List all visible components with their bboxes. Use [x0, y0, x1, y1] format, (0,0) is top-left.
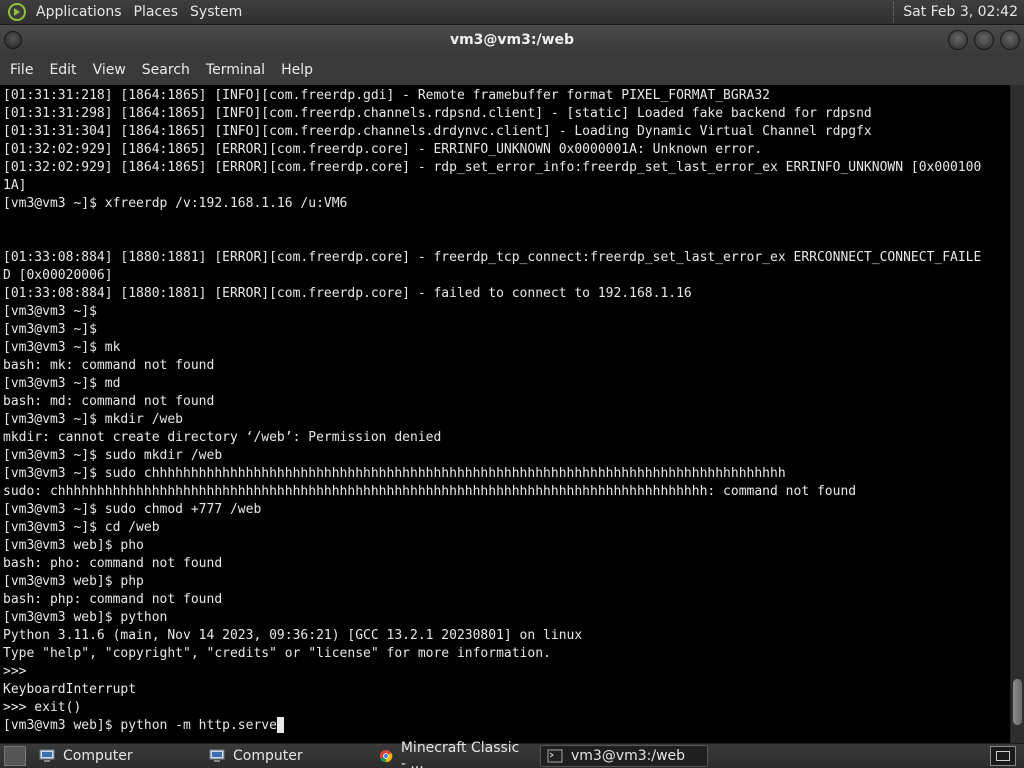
- task-computer-1[interactable]: Computer: [32, 745, 198, 767]
- terminal-line: [vm3@vm3 ~]$: [3, 304, 97, 319]
- terminal-line: [01:31:31:218] [1864:1865] [INFO][com.fr…: [3, 88, 771, 103]
- menu-terminal[interactable]: Terminal: [198, 62, 273, 78]
- terminal-line: bash: mk: command not found: [3, 358, 215, 373]
- terminal-line: [vm3@vm3 ~]$ sudo chmod +777 /web: [3, 502, 262, 517]
- terminal-line: [vm3@vm3 ~]$ xfreerdp /v:192.168.1.16 /u…: [3, 196, 348, 211]
- terminal-prompt-line[interactable]: [vm3@vm3 web]$ python -m http.serve: [3, 717, 1010, 735]
- terminal-output[interactable]: [01:31:31:218] [1864:1865] [INFO][com.fr…: [0, 85, 1010, 743]
- menu-help[interactable]: Help: [273, 62, 321, 78]
- task-terminal[interactable]: vm3@vm3:/web: [540, 745, 708, 767]
- panel-separator: [893, 2, 895, 22]
- top-panel: Applications Places System Sat Feb 3, 02…: [0, 0, 1024, 25]
- bottom-panel: Computer Computer Minecraft Classic - ..…: [0, 740, 1024, 768]
- task-label: Computer: [233, 748, 303, 764]
- terminal-line: D [0x00020006]: [3, 268, 113, 283]
- task-computer-2[interactable]: Computer: [202, 745, 368, 767]
- close-button[interactable]: [1000, 30, 1020, 50]
- menubar: File Edit View Search Terminal Help: [0, 55, 1024, 85]
- terminal-line: [01:33:08:884] [1880:1881] [ERROR][com.f…: [3, 250, 982, 265]
- terminal-line: >>>: [3, 664, 27, 679]
- terminal-line: [vm3@vm3 ~]$ cd /web: [3, 520, 160, 535]
- menu-search[interactable]: Search: [134, 62, 198, 78]
- task-label: Minecraft Classic - ...: [400, 740, 520, 768]
- workspace-switcher[interactable]: [990, 746, 1016, 766]
- gnome-foot-icon[interactable]: [8, 3, 26, 21]
- terminal-line: [vm3@vm3 ~]$ mk: [3, 340, 121, 355]
- terminal-line: mkdir: cannot create directory ‘/web’: P…: [3, 430, 442, 445]
- task-label: Computer: [63, 748, 133, 764]
- terminal-icon: [547, 749, 563, 763]
- terminal-line: [vm3@vm3 ~]$ md: [3, 376, 121, 391]
- terminal-line: bash: md: command not found: [3, 394, 215, 409]
- show-desktop-icon[interactable]: [4, 746, 26, 766]
- terminal-line: Type "help", "copyright", "credits" or "…: [3, 646, 551, 661]
- menu-view[interactable]: View: [85, 62, 134, 78]
- menu-file[interactable]: File: [2, 62, 41, 78]
- text-cursor: [276, 717, 284, 733]
- workspace-icon: [996, 751, 1010, 761]
- terminal-window: vm3@vm3:/web File Edit View Search Termi…: [0, 25, 1024, 743]
- task-label: vm3@vm3:/web: [571, 748, 686, 764]
- terminal-line: [vm3@vm3 ~]$: [3, 322, 97, 337]
- window-menu-icon[interactable]: [4, 31, 22, 49]
- terminal-line: [01:33:08:884] [1880:1881] [ERROR][com.f…: [3, 286, 692, 301]
- minimize-button[interactable]: [948, 30, 968, 50]
- window-title: vm3@vm3:/web: [449, 32, 575, 48]
- places-menu[interactable]: Places: [130, 4, 187, 20]
- clock[interactable]: Sat Feb 3, 02:42: [903, 4, 1024, 20]
- terminal-line: 1A]: [3, 178, 27, 193]
- terminal-line: KeyboardInterrupt: [3, 682, 137, 697]
- terminal-line: bash: php: command not found: [3, 592, 223, 607]
- maximize-button[interactable]: [974, 30, 994, 50]
- terminal-line: [vm3@vm3 web]$ python: [3, 610, 168, 625]
- terminal-line: Python 3.11.6 (main, Nov 14 2023, 09:36:…: [3, 628, 583, 643]
- computer-icon: [39, 749, 55, 762]
- computer-icon: [209, 749, 225, 762]
- current-command: [vm3@vm3 web]$ python -m http.serve: [3, 718, 277, 733]
- chrome-icon: [379, 749, 393, 763]
- terminal-line: [vm3@vm3 ~]$ sudo chhhhhhhhhhhhhhhhhhhhh…: [3, 466, 786, 481]
- terminal-line: [vm3@vm3 web]$ php: [3, 574, 144, 589]
- terminal-line: [vm3@vm3 ~]$ mkdir /web: [3, 412, 184, 427]
- scrollbar-thumb[interactable]: [1013, 679, 1022, 725]
- terminal-line: >>> exit(): [3, 700, 82, 715]
- terminal-line: bash: pho: command not found: [3, 556, 223, 571]
- window-titlebar[interactable]: vm3@vm3:/web: [0, 25, 1024, 55]
- terminal-line: [vm3@vm3 web]$ pho: [3, 538, 144, 553]
- applications-menu[interactable]: Applications: [32, 4, 130, 20]
- menu-edit[interactable]: Edit: [41, 62, 84, 78]
- terminal-line: [01:31:31:304] [1864:1865] [INFO][com.fr…: [3, 124, 872, 139]
- terminal-line: [vm3@vm3 ~]$ sudo mkdir /web: [3, 448, 223, 463]
- system-menu[interactable]: System: [186, 4, 250, 20]
- terminal-line: [01:32:02:929] [1864:1865] [ERROR][com.f…: [3, 142, 763, 157]
- terminal-line: [01:32:02:929] [1864:1865] [ERROR][com.f…: [3, 160, 982, 175]
- terminal-line: [01:31:31:298] [1864:1865] [INFO][com.fr…: [3, 106, 872, 121]
- task-minecraft[interactable]: Minecraft Classic - ...: [372, 740, 536, 768]
- terminal-line: sudo: chhhhhhhhhhhhhhhhhhhhhhhhhhhhhhhhh…: [3, 484, 857, 499]
- terminal-scrollbar[interactable]: [1010, 85, 1024, 743]
